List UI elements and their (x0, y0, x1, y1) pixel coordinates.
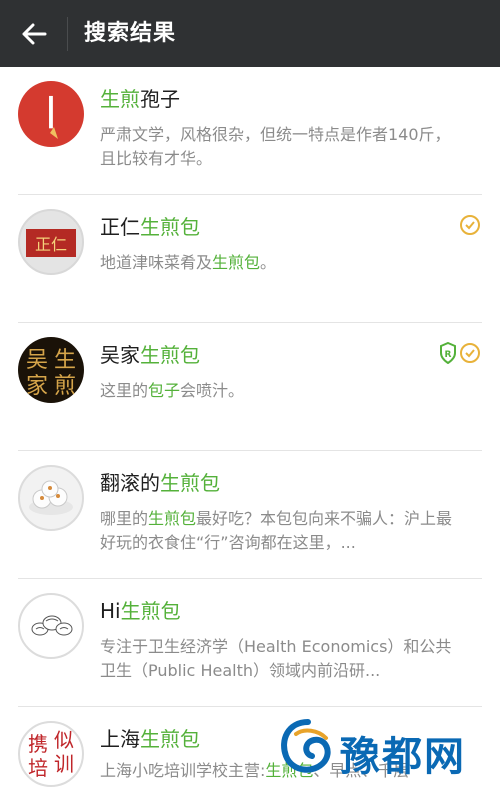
back-button[interactable] (17, 17, 51, 51)
avatar (18, 465, 84, 531)
registered-shield-icon: R (440, 342, 456, 364)
watermark-text: 豫都网 (340, 733, 466, 780)
page-title: 搜索结果 (84, 21, 177, 46)
avatar (18, 593, 84, 659)
avatar: 携 似 培 训 (18, 721, 84, 787)
result-description: 专注于卫生经济学（Health Economics）和公共卫生（Public H… (100, 637, 452, 680)
result-item[interactable]: Hi生煎包 专注于卫生经济学（Health Economics）和公共卫生（Pu… (0, 579, 500, 707)
result-item[interactable]: 正仁 正仁生煎包 地道津味菜肴及生煎包。 (0, 195, 500, 323)
svg-text:生: 生 (54, 348, 76, 373)
result-name: Hi生煎包 (100, 599, 181, 623)
result-description: 哪里的生煎包最好吃？本包包向来不骗人：沪上最好玩的衣食住“行”咨询都在这里，..… (100, 509, 453, 552)
result-name: 生煎孢子 (100, 87, 180, 111)
result-item[interactable]: 翻滚的生煎包 哪里的生煎包最好吃？本包包向来不骗人：沪上最好玩的衣食住“行”咨询… (0, 451, 500, 579)
arrow-left-icon (22, 23, 47, 45)
result-name: 吴家生煎包 (100, 343, 200, 367)
svg-text:吴: 吴 (26, 348, 48, 373)
result-description: 这里的包子会喷汁。 (100, 381, 245, 400)
result-description: 地道津味菜肴及生煎包。 (100, 253, 277, 272)
verified-icon (460, 215, 480, 235)
header-divider (67, 17, 68, 51)
avatar: 吴 生 家 煎 (18, 337, 84, 403)
result-name: 翻滚的生煎包 (100, 471, 220, 495)
svg-text:携: 携 (28, 732, 48, 756)
svg-text:培: 培 (28, 756, 48, 780)
verified-icon (460, 343, 480, 363)
svg-text:煎: 煎 (54, 374, 76, 399)
avatar: 丨 (18, 81, 84, 147)
svg-text:正仁: 正仁 (35, 235, 67, 254)
result-item[interactable]: 丨 生煎孢子 严肃文学，风格很杂，但统一特点是作者140斤，且比较有才华。 (0, 67, 500, 195)
svg-text:训: 训 (54, 752, 74, 776)
result-name: 上海生煎包 (100, 727, 200, 751)
result-item[interactable]: 吴 生 家 煎 吴家生煎包 这里的包子会喷汁。 R (0, 323, 500, 451)
svg-text:丨: 丨 (34, 94, 68, 134)
svg-text:R: R (445, 350, 452, 360)
watermark: 豫都网 (274, 714, 494, 784)
svg-text:似: 似 (54, 728, 74, 752)
result-name: 正仁生煎包 (100, 215, 200, 239)
top-bar: 搜索结果 (0, 0, 500, 67)
result-description: 严肃文学，风格很杂，但统一特点是作者140斤，且比较有才华。 (100, 125, 451, 168)
svg-text:家: 家 (26, 374, 48, 399)
watermark-logo-icon (281, 719, 331, 773)
avatar: 正仁 (18, 209, 84, 275)
